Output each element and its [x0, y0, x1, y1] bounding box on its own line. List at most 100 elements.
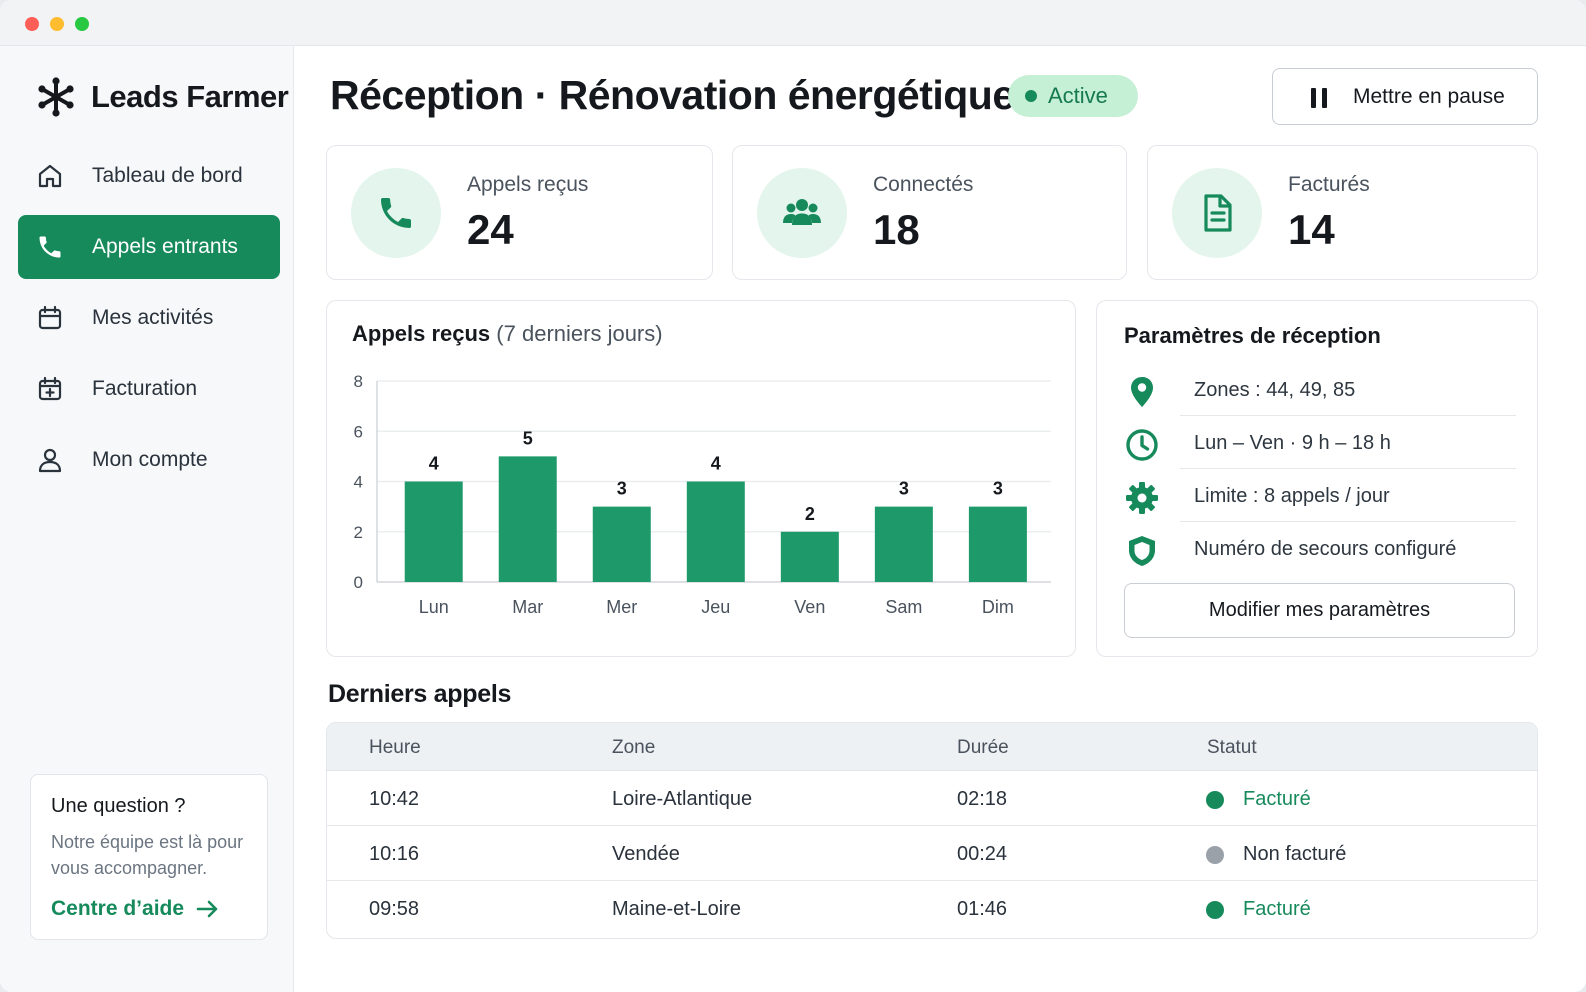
setting-text: Lun – Ven · 9 h – 18 h — [1194, 432, 1391, 454]
status-dot — [1025, 90, 1037, 102]
data-label: 3 — [899, 479, 909, 499]
data-label: 3 — [617, 479, 627, 499]
map-pin-icon — [1131, 377, 1153, 407]
x-tick-label: Dim — [982, 597, 1014, 617]
status-badge-label: Active — [1048, 83, 1108, 108]
call-duration: 01:46 — [957, 898, 1008, 920]
table-row[interactable]: 10:16 Vendée 00:24 Non facturé — [327, 826, 1537, 881]
users-icon — [783, 199, 821, 225]
setting-row-backup-number: Numéro de secours configuré — [1124, 522, 1516, 575]
sidebar-item-label: Facturation — [92, 377, 198, 400]
setting-row-hours: Lun – Ven · 9 h – 18 h — [1124, 416, 1516, 469]
table-row[interactable]: 10:42 Loire-Atlantique 02:18 Facturé — [327, 771, 1537, 826]
data-label: 2 — [805, 504, 815, 524]
data-label: 5 — [523, 428, 533, 448]
shield-icon — [1129, 536, 1155, 566]
help-link-label: Centre d’aide — [51, 897, 185, 920]
y-tick-label: 6 — [354, 422, 363, 441]
help-text: Notre équipe est là pour vous accompagne… — [51, 832, 244, 878]
phone-icon — [381, 198, 411, 228]
column-header-status[interactable]: Statut — [1207, 737, 1257, 759]
calendar-icon — [38, 305, 62, 330]
stat-card-connected: Connectés 18 — [732, 145, 1127, 280]
calls-bar-chart: 0 2 4 6 8 4 Lun 5 Mar 3 Mer 4 Jeu 2 Ven 3 Sam 3 Dim — [354, 372, 1051, 617]
y-tick-label: 2 — [354, 523, 363, 542]
document-icon — [1204, 194, 1232, 232]
sidebar-item-billing[interactable]: Facturation — [18, 357, 280, 421]
stat-value: 14 — [1288, 206, 1335, 253]
reception-settings-card: Paramètres de réception Zones : 44, 49, … — [1096, 300, 1538, 657]
call-time: 09:58 — [369, 898, 420, 920]
data-label: 4 — [711, 454, 721, 474]
bar — [780, 531, 839, 582]
settings-title: Paramètres de réception — [1124, 323, 1381, 348]
setting-text: Zones : 44, 49, 85 — [1194, 379, 1356, 401]
stat-icon-circle — [351, 168, 441, 258]
x-tick-label: Mer — [606, 597, 637, 617]
window-titlebar — [0, 0, 1586, 46]
table-row[interactable]: 09:58 Maine-et-Loire 01:46 Facturé — [327, 881, 1537, 936]
bar — [404, 481, 463, 582]
recent-calls-title: Derniers appels — [328, 680, 512, 708]
column-header-time[interactable]: Heure — [369, 737, 421, 759]
table-header: Heure Zone Durée Statut — [327, 723, 1537, 771]
help-center-link[interactable]: Centre d’aide — [51, 897, 220, 921]
modify-settings-button[interactable]: Modifier mes paramètres — [1124, 583, 1515, 638]
column-header-zone[interactable]: Zone — [612, 737, 655, 759]
data-label: 3 — [993, 479, 1003, 499]
close-window-button[interactable] — [25, 17, 39, 31]
gear-icon — [1126, 482, 1158, 514]
chart-title: Appels reçus (7 derniers jours) — [352, 321, 663, 347]
maximize-window-button[interactable] — [75, 17, 89, 31]
sidebar-item-label: Tableau de bord — [92, 164, 243, 187]
bar — [968, 506, 1027, 582]
help-title: Une question ? — [51, 795, 186, 817]
brand-name: Leads Farmer — [91, 79, 289, 114]
sidebar-item-account[interactable]: Mon compte — [18, 428, 280, 492]
pause-icon — [1311, 88, 1327, 108]
call-zone: Vendée — [612, 843, 680, 865]
chart-title-main: Appels reçus — [352, 321, 491, 346]
call-time: 10:42 — [369, 788, 420, 810]
brand[interactable]: Leads Farmer — [36, 76, 289, 118]
sidebar: Leads Farmer Tableau de bord Appels entr… — [0, 46, 294, 992]
bar — [498, 456, 557, 582]
sidebar-item-dashboard[interactable]: Tableau de bord — [18, 144, 280, 208]
status-dot — [1206, 901, 1224, 919]
recent-calls-table: Heure Zone Durée Statut 10:42 Loire-Atla… — [326, 722, 1538, 939]
y-tick-label: 4 — [354, 473, 363, 492]
minimize-window-button[interactable] — [50, 17, 64, 31]
clock-icon — [1126, 429, 1158, 461]
pause-button[interactable]: Mettre en pause — [1272, 68, 1538, 125]
call-zone: Maine-et-Loire — [612, 898, 741, 920]
sidebar-item-label: Mon compte — [92, 448, 208, 471]
column-header-duration[interactable]: Durée — [957, 737, 1009, 759]
stat-label: Appels reçus — [467, 173, 589, 196]
y-tick-label: 0 — [354, 573, 363, 592]
x-tick-label: Ven — [794, 597, 825, 617]
status-dot — [1206, 846, 1224, 864]
call-duration: 00:24 — [957, 843, 1008, 865]
bar — [874, 506, 933, 582]
call-duration: 02:18 — [957, 788, 1008, 810]
app-window: Leads Farmer Tableau de bord Appels entr… — [0, 0, 1586, 992]
sidebar-item-activities[interactable]: Mes activités — [18, 286, 280, 350]
setting-row-limit: Limite : 8 appels / jour — [1124, 469, 1516, 522]
asterisk-logo-icon — [38, 77, 74, 117]
arrow-right-icon — [196, 900, 218, 918]
stat-label: Connectés — [873, 173, 974, 196]
stat-label: Facturés — [1288, 173, 1370, 196]
pause-button-label: Mettre en pause — [1353, 84, 1505, 108]
stat-card-calls: Appels reçus 24 — [326, 145, 713, 280]
sidebar-item-incoming-calls[interactable]: Appels entrants — [18, 215, 280, 279]
stat-icon-circle — [757, 168, 847, 258]
call-status: Facturé — [1243, 788, 1311, 810]
sidebar-item-label: Mes activités — [92, 306, 214, 329]
x-tick-label: Lun — [419, 597, 449, 617]
sidebar-item-label: Appels entrants — [92, 235, 238, 258]
calendar-plus-icon — [38, 376, 62, 401]
stat-value: 24 — [467, 206, 514, 253]
bar — [686, 481, 745, 582]
home-icon — [38, 164, 62, 188]
x-tick-label: Sam — [885, 597, 922, 617]
